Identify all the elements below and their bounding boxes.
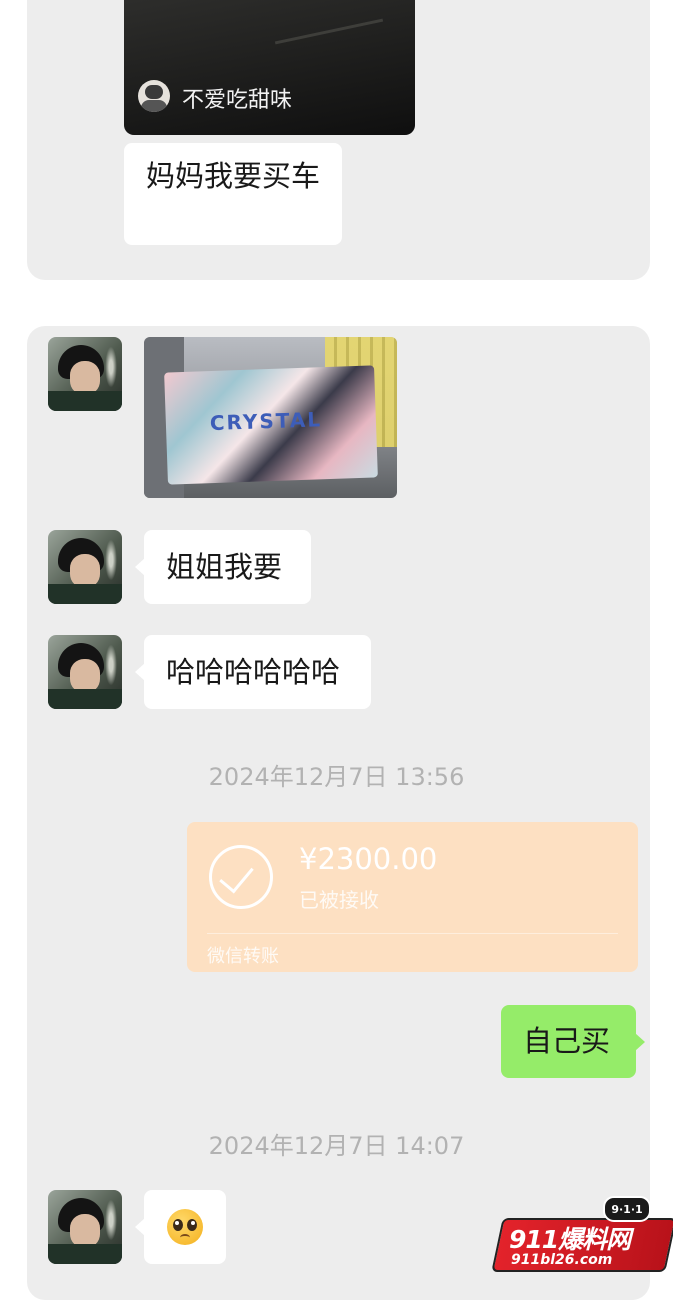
pleading-face-emoji-icon — [167, 1209, 203, 1245]
watermark-logo: 911爆料网 — [509, 1225, 631, 1254]
author-avatar — [138, 80, 170, 112]
avatar[interactable] — [48, 530, 122, 604]
watermark-url: 911bl26.com — [511, 1252, 613, 1268]
message-text: 姐姐我要 — [166, 549, 283, 584]
video-card[interactable]: 不爱吃甜味 — [124, 0, 415, 135]
self-message-bubble[interactable]: 自己买 — [501, 1005, 645, 1078]
emoji-message-bubble[interactable] — [135, 1190, 226, 1264]
timestamp: 2024年12月7日 13:56 — [208, 763, 465, 791]
transfer-status: 已被接收 — [299, 888, 379, 912]
message-bubble[interactable]: 哈哈哈哈哈哈 — [135, 635, 371, 709]
crystal-box-text: CRYSTAL — [209, 407, 323, 436]
crystal-box: CRYSTAL — [164, 365, 378, 485]
photo-message[interactable]: CRYSTAL — [144, 337, 397, 498]
message-text: 自己买 — [523, 1024, 611, 1059]
video-author-name: 不爱吃甜味 — [182, 88, 293, 113]
message-bubble[interactable]: 姐姐我要 — [135, 530, 311, 604]
avatar[interactable] — [48, 1190, 122, 1264]
message-bubble[interactable]: 妈妈我要买车 — [124, 143, 342, 245]
transfer-footer: 微信转账 — [207, 946, 279, 967]
timestamp: 2024年12月7日 14:07 — [208, 1132, 465, 1160]
transfer-amount: ¥2300.00 — [299, 842, 438, 876]
video-light-streak — [274, 18, 384, 45]
message-text: 哈哈哈哈哈哈 — [166, 654, 341, 689]
avatar[interactable] — [48, 337, 122, 411]
transfer-card[interactable]: ¥2300.00 已被接收 微信转账 — [187, 822, 638, 972]
check-circle-icon — [209, 845, 273, 909]
watermark-badge: 9·1·1 — [603, 1196, 651, 1222]
transfer-divider — [207, 933, 618, 934]
avatar[interactable] — [48, 635, 122, 709]
watermark: 9·1·1 911爆料网 911bl26.com — [491, 1196, 673, 1276]
message-text: 妈妈我要买车 — [146, 159, 321, 193]
